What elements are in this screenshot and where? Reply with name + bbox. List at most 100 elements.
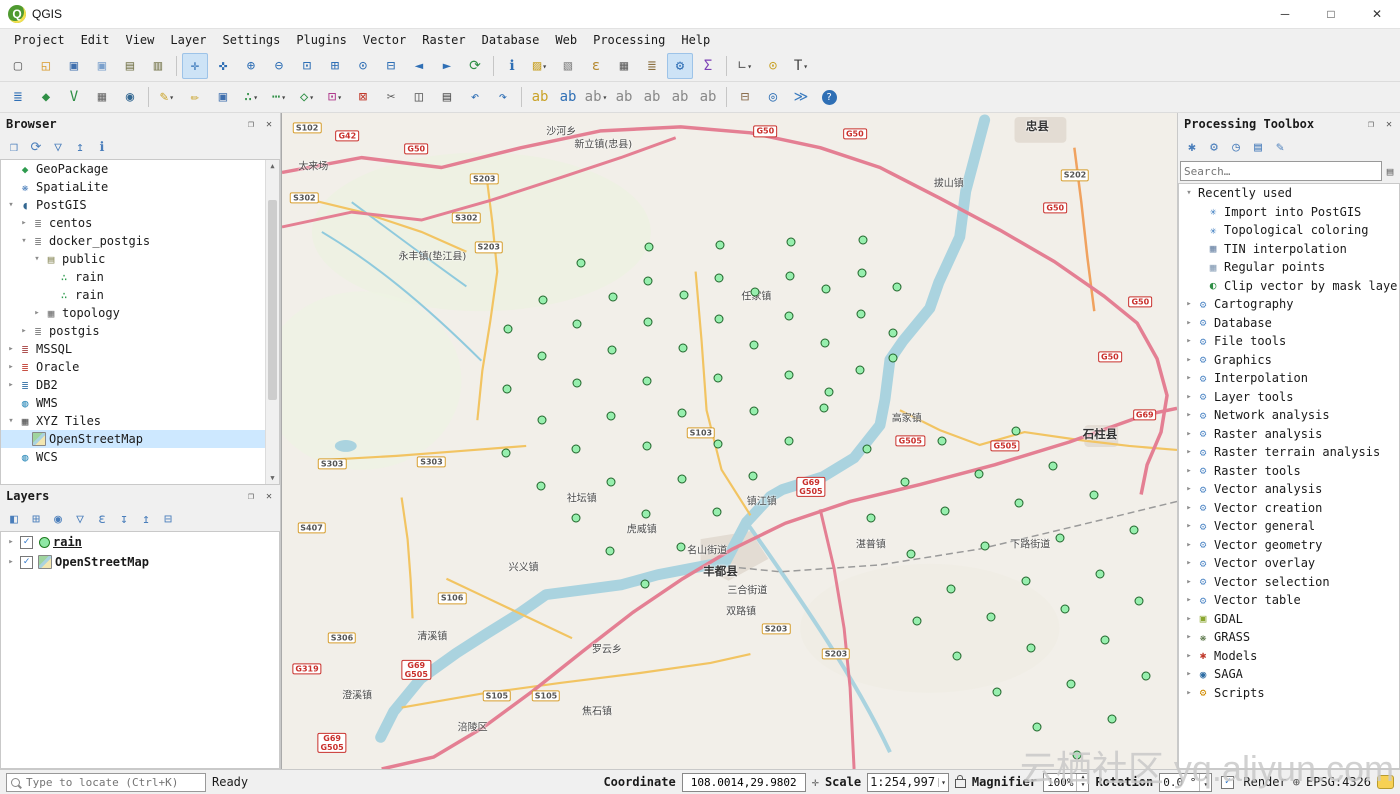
select-by-expression-button[interactable]: ε [583,53,609,79]
expander-icon[interactable]: ▸ [1183,373,1195,383]
expander-icon[interactable]: ▸ [1183,466,1195,476]
change-label-properties-button[interactable]: ab [695,84,721,110]
close-panel-icon[interactable]: ✕ [1382,119,1396,130]
lock-scale-icon[interactable] [955,779,966,788]
processing-group-raster-terrain-analysis[interactable]: ▸⚙Raster terrain analysis [1179,443,1399,462]
locate-box[interactable] [6,773,206,792]
processing-models-icon[interactable]: ✱ [1182,137,1202,157]
layer-visibility-checkbox[interactable]: ✓ [20,536,33,549]
expander-icon[interactable]: ▾ [31,254,43,264]
menu-view[interactable]: View [117,31,162,49]
add-vector-layer-button[interactable]: V [61,84,87,110]
toggle-editing-button[interactable]: ✏ [182,84,208,110]
expander-icon[interactable]: ▸ [1183,540,1195,550]
processing-alg-tin-interpolation[interactable]: ▦TIN interpolation [1179,240,1399,259]
browser-refresh-icon[interactable]: ⟳ [26,137,46,157]
processing-history-icon[interactable]: ◷ [1226,137,1246,157]
close-panel-icon[interactable]: ✕ [262,491,276,502]
new-project-button[interactable]: ▢ [5,53,31,79]
processing-alg-clip-vector-by-mask-layer[interactable]: ◐Clip vector by mask layer [1179,277,1399,296]
collapse-all-icon[interactable]: ↥ [136,509,156,529]
menu-processing[interactable]: Processing [585,31,673,49]
close-panel-icon[interactable]: ✕ [262,119,276,130]
processing-group-vector-selection[interactable]: ▸⚙Vector selection [1179,573,1399,592]
map-canvas[interactable]: 忠县丰都县石柱县沙河乡新立镇(忠县)太来场拔山镇永丰镇(垫江县)任家镇高家镇镇江… [281,113,1177,769]
zoom-native-button[interactable]: ⊡ [294,53,320,79]
identify-features-button[interactable]: ℹ [499,53,525,79]
processing-group-raster-analysis[interactable]: ▸⚙Raster analysis [1179,425,1399,444]
coordinate-input[interactable] [682,773,806,792]
expand-all-icon[interactable]: ↧ [114,509,134,529]
browser-item-wms[interactable]: ◍WMS [1,394,279,412]
statistics-summary-button[interactable]: Σ [695,53,721,79]
rotation-spinner[interactable]: 0.0 ° ▲▼ [1159,773,1212,792]
processing-group-raster-tools[interactable]: ▸⚙Raster tools [1179,462,1399,481]
expander-icon[interactable]: ▾ [1183,188,1195,198]
help-contents-button[interactable]: ? [816,84,842,110]
processing-group-cartography[interactable]: ▸⚙Cartography [1179,295,1399,314]
zoom-next-button[interactable]: ► [434,53,460,79]
layer-visibility-checkbox[interactable]: ✓ [20,556,33,569]
menu-project[interactable]: Project [6,31,73,49]
expander-icon[interactable]: ▸ [1183,669,1195,679]
extents-icon[interactable]: ✛ [812,775,819,789]
close-button[interactable]: ✕ [1354,0,1400,28]
expander-icon[interactable]: ▸ [1183,632,1195,642]
browser-item-spatialite[interactable]: ❋SpatiaLite [1,178,279,196]
zoom-out-button[interactable]: ⊖ [266,53,292,79]
map-tips-button[interactable]: ⊙ [760,53,786,79]
processing-group-interpolation[interactable]: ▸⚙Interpolation [1179,369,1399,388]
layer-diagram-options-button[interactable]: ab [555,84,581,110]
menu-layer[interactable]: Layer [162,31,214,49]
remove-layer-icon[interactable]: ⊟ [158,509,178,529]
browser-collapse-all-icon[interactable]: ↥ [70,137,90,157]
browser-add-layer-icon[interactable]: ❒ [4,137,24,157]
browser-item-centos[interactable]: ▸≣centos [1,214,279,232]
render-checkbox[interactable]: ✓ [1221,776,1234,789]
expander-icon[interactable]: ▸ [5,344,17,354]
open-project-button[interactable]: ◱ [33,53,59,79]
filter-legend-icon[interactable]: ▽ [70,509,90,529]
scroll-thumb[interactable] [268,200,277,400]
processing-group-layer-tools[interactable]: ▸⚙Layer tools [1179,388,1399,407]
processing-group-vector-creation[interactable]: ▸⚙Vector creation [1179,499,1399,518]
float-panel-icon[interactable]: ❐ [244,119,258,130]
menu-web[interactable]: Web [547,31,585,49]
copy-features-button[interactable]: ◫ [406,84,432,110]
manage-map-themes-icon[interactable]: ◉ [48,509,68,529]
processing-search-input[interactable] [1180,161,1382,181]
browser-item-geopackage[interactable]: ◆GeoPackage [1,160,279,178]
expander-icon[interactable]: ▸ [1183,577,1195,587]
expander-icon[interactable]: ▸ [31,308,43,318]
expander-icon[interactable]: ▸ [1183,355,1195,365]
highlight-pinned-labels-button[interactable]: ab [611,84,637,110]
processing-group-grass[interactable]: ▸❋GRASS [1179,628,1399,647]
processing-group-recently-used[interactable]: ▾Recently used [1179,184,1399,203]
save-project-button[interactable]: ▣ [61,53,87,79]
refresh-map-button[interactable]: ⟳ [462,53,488,79]
processing-group-database[interactable]: ▸⚙Database [1179,314,1399,333]
paste-features-button[interactable]: ▤ [434,84,460,110]
browser-item-docker-postgis[interactable]: ▾≣docker_postgis [1,232,279,250]
processing-alg-topological-coloring[interactable]: ✳Topological coloring [1179,221,1399,240]
search-options-icon[interactable]: ▤ [1382,165,1398,178]
layout-manager-button[interactable]: ▥ [145,53,171,79]
expander-icon[interactable]: ▸ [5,380,17,390]
measure-line-button[interactable]: ∟▾ [732,53,758,79]
expander-icon[interactable]: ▸ [1183,595,1195,605]
select-features-button[interactable]: ▨▾ [527,53,553,79]
zoom-to-selection-button[interactable]: ⊙ [350,53,376,79]
menu-edit[interactable]: Edit [73,31,118,49]
add-raster-layer-button[interactable]: ▦ [89,84,115,110]
browser-item-openstreetmap[interactable]: OpenStreetMap [1,430,279,448]
processing-group-vector-analysis[interactable]: ▸⚙Vector analysis [1179,480,1399,499]
browser-item-wcs[interactable]: ◍WCS [1,448,279,466]
menu-plugins[interactable]: Plugins [288,31,355,49]
expander-icon[interactable]: ▸ [1183,299,1195,309]
expander-icon[interactable]: ▸ [1183,447,1195,457]
layer-item-openstreetmap[interactable]: ▸✓OpenStreetMap [1,552,279,572]
zoom-last-button[interactable]: ◄ [406,53,432,79]
processing-group-scripts[interactable]: ▸⚙Scripts [1179,684,1399,703]
messages-icon[interactable] [1377,775,1394,789]
processing-group-saga[interactable]: ▸◉SAGA [1179,665,1399,684]
